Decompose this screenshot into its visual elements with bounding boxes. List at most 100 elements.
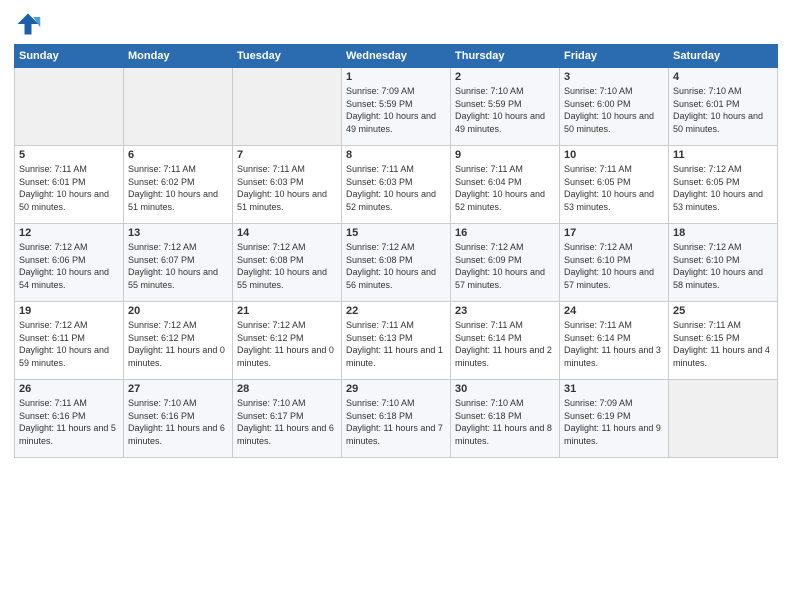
daylight-text: Daylight: 10 hours and 55 minutes. — [128, 266, 228, 291]
sunset-text: Sunset: 6:06 PM — [19, 254, 119, 267]
sunset-text: Sunset: 6:01 PM — [19, 176, 119, 189]
daylight-text: Daylight: 11 hours and 0 minutes. — [128, 344, 228, 369]
day-number: 15 — [346, 227, 446, 239]
sunset-text: Sunset: 6:18 PM — [455, 410, 555, 423]
day-number: 3 — [564, 71, 664, 83]
sunrise-text: Sunrise: 7:12 AM — [673, 163, 773, 176]
sunrise-text: Sunrise: 7:12 AM — [673, 241, 773, 254]
daylight-text: Daylight: 10 hours and 55 minutes. — [237, 266, 337, 291]
calendar-cell: 16 Sunrise: 7:12 AM Sunset: 6:09 PM Dayl… — [451, 224, 560, 302]
day-number: 4 — [673, 71, 773, 83]
calendar-cell: 6 Sunrise: 7:11 AM Sunset: 6:02 PM Dayli… — [124, 146, 233, 224]
day-info: Sunrise: 7:12 AM Sunset: 6:08 PM Dayligh… — [346, 241, 446, 291]
day-info: Sunrise: 7:10 AM Sunset: 6:18 PM Dayligh… — [346, 397, 446, 447]
sunset-text: Sunset: 6:08 PM — [346, 254, 446, 267]
calendar-cell: 20 Sunrise: 7:12 AM Sunset: 6:12 PM Dayl… — [124, 302, 233, 380]
day-info: Sunrise: 7:11 AM Sunset: 6:16 PM Dayligh… — [19, 397, 119, 447]
sunset-text: Sunset: 6:08 PM — [237, 254, 337, 267]
day-info: Sunrise: 7:11 AM Sunset: 6:13 PM Dayligh… — [346, 319, 446, 369]
sunset-text: Sunset: 5:59 PM — [455, 98, 555, 111]
day-number: 10 — [564, 149, 664, 161]
calendar-cell: 27 Sunrise: 7:10 AM Sunset: 6:16 PM Dayl… — [124, 380, 233, 458]
sunset-text: Sunset: 6:14 PM — [564, 332, 664, 345]
day-info: Sunrise: 7:11 AM Sunset: 6:14 PM Dayligh… — [564, 319, 664, 369]
calendar-cell: 13 Sunrise: 7:12 AM Sunset: 6:07 PM Dayl… — [124, 224, 233, 302]
day-info: Sunrise: 7:12 AM Sunset: 6:06 PM Dayligh… — [19, 241, 119, 291]
sunset-text: Sunset: 6:03 PM — [346, 176, 446, 189]
sunrise-text: Sunrise: 7:11 AM — [19, 397, 119, 410]
calendar-cell: 25 Sunrise: 7:11 AM Sunset: 6:15 PM Dayl… — [669, 302, 778, 380]
sunrise-text: Sunrise: 7:12 AM — [19, 319, 119, 332]
day-number: 9 — [455, 149, 555, 161]
calendar-cell: 30 Sunrise: 7:10 AM Sunset: 6:18 PM Dayl… — [451, 380, 560, 458]
sunrise-text: Sunrise: 7:12 AM — [128, 319, 228, 332]
daylight-text: Daylight: 11 hours and 6 minutes. — [237, 422, 337, 447]
page-container: SundayMondayTuesdayWednesdayThursdayFrid… — [0, 0, 792, 468]
sunrise-text: Sunrise: 7:11 AM — [673, 319, 773, 332]
day-number: 21 — [237, 305, 337, 317]
calendar-cell: 14 Sunrise: 7:12 AM Sunset: 6:08 PM Dayl… — [233, 224, 342, 302]
day-info: Sunrise: 7:10 AM Sunset: 6:00 PM Dayligh… — [564, 85, 664, 135]
sunrise-text: Sunrise: 7:12 AM — [237, 319, 337, 332]
day-info: Sunrise: 7:09 AM Sunset: 6:19 PM Dayligh… — [564, 397, 664, 447]
logo — [14, 10, 44, 38]
day-info: Sunrise: 7:11 AM Sunset: 6:01 PM Dayligh… — [19, 163, 119, 213]
sunrise-text: Sunrise: 7:11 AM — [237, 163, 337, 176]
day-info: Sunrise: 7:11 AM Sunset: 6:04 PM Dayligh… — [455, 163, 555, 213]
daylight-text: Daylight: 11 hours and 3 minutes. — [564, 344, 664, 369]
weekday-header: Tuesday — [233, 45, 342, 68]
daylight-text: Daylight: 10 hours and 51 minutes. — [128, 188, 228, 213]
calendar-cell: 5 Sunrise: 7:11 AM Sunset: 6:01 PM Dayli… — [15, 146, 124, 224]
sunset-text: Sunset: 6:07 PM — [128, 254, 228, 267]
day-number: 8 — [346, 149, 446, 161]
weekday-header: Friday — [560, 45, 669, 68]
day-number: 1 — [346, 71, 446, 83]
sunrise-text: Sunrise: 7:10 AM — [673, 85, 773, 98]
daylight-text: Daylight: 10 hours and 53 minutes. — [673, 188, 773, 213]
daylight-text: Daylight: 10 hours and 52 minutes. — [455, 188, 555, 213]
day-number: 31 — [564, 383, 664, 395]
sunset-text: Sunset: 6:12 PM — [237, 332, 337, 345]
day-number: 11 — [673, 149, 773, 161]
sunrise-text: Sunrise: 7:10 AM — [237, 397, 337, 410]
day-info: Sunrise: 7:11 AM Sunset: 6:02 PM Dayligh… — [128, 163, 228, 213]
calendar-table: SundayMondayTuesdayWednesdayThursdayFrid… — [14, 44, 778, 458]
sunset-text: Sunset: 6:18 PM — [346, 410, 446, 423]
calendar-week-row: 12 Sunrise: 7:12 AM Sunset: 6:06 PM Dayl… — [15, 224, 778, 302]
weekday-header: Saturday — [669, 45, 778, 68]
sunset-text: Sunset: 6:04 PM — [455, 176, 555, 189]
day-number: 26 — [19, 383, 119, 395]
calendar-cell: 26 Sunrise: 7:11 AM Sunset: 6:16 PM Dayl… — [15, 380, 124, 458]
sunrise-text: Sunrise: 7:10 AM — [128, 397, 228, 410]
sunset-text: Sunset: 6:03 PM — [237, 176, 337, 189]
daylight-text: Daylight: 10 hours and 57 minutes. — [455, 266, 555, 291]
day-info: Sunrise: 7:11 AM Sunset: 6:03 PM Dayligh… — [237, 163, 337, 213]
daylight-text: Daylight: 10 hours and 59 minutes. — [19, 344, 119, 369]
calendar-cell — [15, 68, 124, 146]
day-info: Sunrise: 7:12 AM Sunset: 6:11 PM Dayligh… — [19, 319, 119, 369]
day-number: 22 — [346, 305, 446, 317]
sunset-text: Sunset: 6:15 PM — [673, 332, 773, 345]
sunrise-text: Sunrise: 7:10 AM — [455, 397, 555, 410]
day-number: 12 — [19, 227, 119, 239]
day-info: Sunrise: 7:12 AM Sunset: 6:10 PM Dayligh… — [673, 241, 773, 291]
day-number: 28 — [237, 383, 337, 395]
sunrise-text: Sunrise: 7:09 AM — [564, 397, 664, 410]
day-info: Sunrise: 7:10 AM Sunset: 6:18 PM Dayligh… — [455, 397, 555, 447]
day-number: 23 — [455, 305, 555, 317]
day-info: Sunrise: 7:12 AM Sunset: 6:12 PM Dayligh… — [237, 319, 337, 369]
calendar-cell — [669, 380, 778, 458]
day-info: Sunrise: 7:12 AM Sunset: 6:07 PM Dayligh… — [128, 241, 228, 291]
header — [14, 10, 778, 38]
day-info: Sunrise: 7:12 AM Sunset: 6:05 PM Dayligh… — [673, 163, 773, 213]
sunset-text: Sunset: 6:01 PM — [673, 98, 773, 111]
sunrise-text: Sunrise: 7:12 AM — [19, 241, 119, 254]
daylight-text: Daylight: 10 hours and 50 minutes. — [19, 188, 119, 213]
daylight-text: Daylight: 11 hours and 0 minutes. — [237, 344, 337, 369]
sunrise-text: Sunrise: 7:12 AM — [564, 241, 664, 254]
calendar-cell: 22 Sunrise: 7:11 AM Sunset: 6:13 PM Dayl… — [342, 302, 451, 380]
day-info: Sunrise: 7:12 AM Sunset: 6:12 PM Dayligh… — [128, 319, 228, 369]
day-number: 27 — [128, 383, 228, 395]
daylight-text: Daylight: 10 hours and 50 minutes. — [564, 110, 664, 135]
sunrise-text: Sunrise: 7:11 AM — [455, 319, 555, 332]
